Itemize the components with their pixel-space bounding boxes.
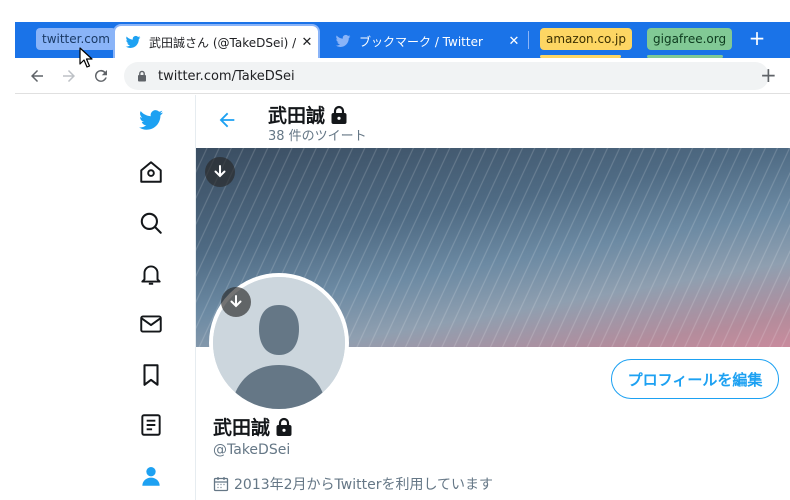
header-name: 武田誠 — [268, 105, 326, 127]
mail-icon — [140, 315, 162, 333]
nav-lists[interactable] — [137, 411, 165, 439]
display-name-text: 武田誠 — [213, 417, 271, 439]
twitter-favicon-icon — [125, 35, 141, 48]
tab-group-twitter[interactable]: twitter.com — [36, 28, 116, 50]
nav-bookmarks[interactable] — [137, 361, 165, 389]
tab-close-icon[interactable]: ✕ — [503, 34, 525, 49]
tab-close-icon[interactable]: ✕ — [296, 35, 318, 50]
banner-download-button[interactable] — [205, 157, 235, 187]
twitter-logo-link[interactable] — [137, 106, 165, 134]
tweet-count: 38 件のツイート — [268, 129, 367, 144]
forward-button[interactable] — [57, 64, 81, 88]
list-icon — [141, 414, 161, 436]
address-url: twitter.com/TakeDSei — [158, 68, 295, 84]
tab-title: 武田誠さん (@TakeDSei) / Twitter — [149, 35, 296, 50]
bell-icon — [141, 265, 161, 285]
profile-display-name: 武田誠 — [213, 413, 294, 440]
arrow-down-icon — [214, 165, 226, 178]
nav-profile[interactable] — [137, 462, 165, 490]
browser-tabstrip: twitter.com 武田誠さん (@TakeDSei) / Twitter … — [15, 22, 790, 58]
home-icon — [140, 161, 162, 183]
browser-toolbar: twitter.com/TakeDSei + — [15, 58, 790, 94]
nav-messages[interactable] — [137, 310, 165, 338]
tab-title: ブックマーク / Twitter — [359, 34, 483, 49]
profile-header: 武田誠 38 件のツイート — [196, 95, 790, 148]
tab-separator — [528, 31, 529, 49]
profile-handle: @TakeDSei — [213, 442, 291, 458]
edit-profile-button[interactable]: プロフィールを編集 — [611, 359, 779, 399]
search-icon — [140, 212, 162, 234]
profile-column: 武田誠 38 件のツイート プロフィールを編集 武田誠 @TakeDSei 20… — [196, 95, 790, 500]
tab-twitter-profile[interactable]: 武田誠さん (@TakeDSei) / Twitter ✕ — [113, 24, 320, 58]
nav-explore[interactable] — [137, 209, 165, 237]
twitter-bird-icon — [139, 110, 163, 130]
profile-icon — [142, 467, 160, 486]
protected-lock-icon — [331, 105, 347, 124]
tab-bookmarks[interactable]: ブックマーク / Twitter ✕ — [325, 24, 525, 58]
avatar-download-button[interactable] — [221, 287, 251, 317]
lock-icon — [138, 70, 146, 82]
twitter-favicon-icon — [335, 34, 351, 47]
nav-home[interactable] — [137, 158, 165, 186]
twitter-sidebar — [15, 95, 195, 500]
back-button[interactable] — [25, 64, 49, 88]
reload-icon — [94, 69, 107, 82]
arrow-left-icon — [31, 70, 43, 82]
bookmark-icon — [143, 364, 159, 386]
new-tab-button[interactable]: + — [745, 26, 769, 50]
tab-group-amazon[interactable]: amazon.co.jp — [540, 28, 632, 50]
profile-joined-date: 2013年2月からTwitterを利用しています — [213, 474, 493, 494]
arrow-down-icon — [230, 295, 242, 308]
joined-text: 2013年2月からTwitterを利用しています — [234, 477, 494, 493]
twitter-page: 武田誠 38 件のツイート プロフィールを編集 武田誠 @TakeDSei 20… — [15, 95, 790, 500]
back-link[interactable] — [216, 109, 240, 133]
protected-lock-icon — [276, 417, 292, 436]
header-title: 武田誠 — [268, 101, 349, 128]
arrow-right-icon — [63, 70, 75, 82]
toolbar-plus-button[interactable]: + — [760, 62, 777, 88]
mouse-cursor-icon — [79, 47, 93, 68]
tab-group-gigafree[interactable]: gigafree.org — [647, 28, 733, 50]
calendar-icon — [213, 477, 229, 492]
arrow-left-icon — [219, 112, 235, 128]
address-bar[interactable]: twitter.com/TakeDSei — [124, 62, 769, 90]
nav-notifications[interactable] — [137, 260, 165, 288]
